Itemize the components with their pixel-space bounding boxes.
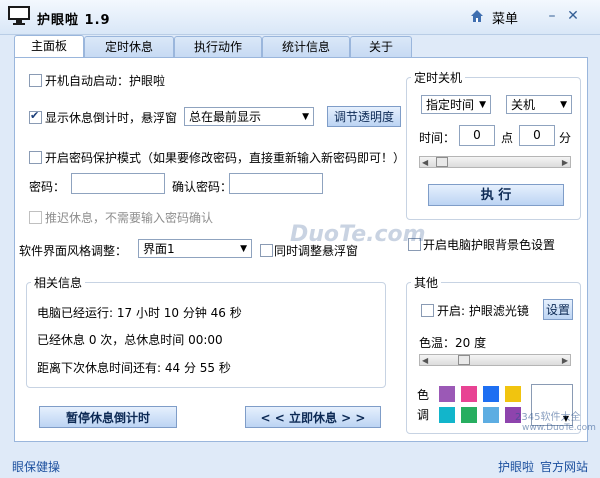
- minimize-button[interactable]: –: [544, 8, 560, 24]
- password-mode-checkbox[interactable]: [29, 151, 42, 164]
- chevron-down-icon: ▼: [302, 112, 309, 122]
- next-rest-text: 距离下次休息时间还有: 44 分 55 秒: [37, 361, 231, 375]
- confirm-password-label: 确认密码：: [172, 180, 233, 194]
- color-temp-label: 色温：20 度: [419, 336, 487, 350]
- shutdown-slider-thumb[interactable]: [436, 157, 448, 167]
- color-swatch[interactable]: [483, 407, 499, 423]
- pause-countdown-button[interactable]: 暂停休息倒计时: [39, 406, 177, 428]
- tab-actions[interactable]: 执行动作: [174, 36, 262, 57]
- show-countdown-checkbox[interactable]: [29, 109, 42, 124]
- show-countdown-label: 显示休息倒计时，悬浮窗: [45, 111, 178, 125]
- shutdown-mode-value: 指定时间: [426, 98, 475, 112]
- color-temp-slider-thumb[interactable]: [458, 355, 470, 365]
- app-name-link[interactable]: 护眼啦: [498, 458, 534, 475]
- style-select[interactable]: 界面1 ▼: [138, 239, 252, 258]
- shutdown-minute-input[interactable]: 0: [519, 125, 555, 146]
- color-swatch[interactable]: [439, 386, 455, 402]
- password-label: 密码：: [29, 180, 66, 194]
- color-label-2: 调: [417, 408, 430, 422]
- shutdown-time-label: 时间：: [419, 131, 456, 145]
- main-panel: 开机自动启动：护眼啦 显示休息倒计时，悬浮窗 总在最前显示 ▼ 调节透明度 开启…: [14, 57, 588, 442]
- home-icon[interactable]: [469, 8, 485, 24]
- shutdown-group: 定时关机 指定时间 ▼ 关机 ▼ 时间： 0 点 0 分 ◀ ▶ 执 行: [406, 69, 581, 220]
- color-temp-slider[interactable]: ◀ ▶: [419, 354, 571, 366]
- style-label: 软件界面风格调整：: [19, 244, 128, 258]
- monitor-icon: [8, 6, 30, 25]
- shutdown-mode-select[interactable]: 指定时间 ▼: [421, 95, 491, 114]
- password-input[interactable]: [71, 173, 165, 194]
- color-label-1: 色: [417, 388, 430, 402]
- window-title: 护眼啦 1.9: [37, 13, 111, 28]
- tab-timed-rest[interactable]: 定时休息: [84, 36, 174, 57]
- autostart-checkbox[interactable]: [29, 74, 42, 87]
- rest-total-text: 已经休息 0 次，总休息时间 00:00: [37, 333, 223, 347]
- sync-float-checkbox[interactable]: [260, 244, 273, 257]
- chevron-right-icon[interactable]: ▶: [562, 356, 568, 365]
- bg-color-label: 开启电脑护眼背景色设置: [423, 238, 556, 252]
- style-value: 界面1: [143, 242, 175, 256]
- shutdown-minute-label: 分: [559, 131, 572, 145]
- shutdown-point-label: 点: [501, 131, 514, 145]
- color-swatch[interactable]: [483, 386, 499, 402]
- other-title: 其他: [411, 274, 442, 291]
- rest-now-button[interactable]: < < 立即休息 > >: [245, 406, 381, 428]
- color-swatch[interactable]: [461, 386, 477, 402]
- filter-label: 开启: 护眼滤光镜: [437, 304, 529, 318]
- chevron-down-icon: ▼: [560, 100, 567, 110]
- info-group: 相关信息 电脑已经运行: 17 小时 10 分钟 46 秒 已经休息 0 次，总…: [26, 274, 386, 388]
- float-mode-select[interactable]: 总在最前显示 ▼: [184, 107, 314, 126]
- uptime-text: 电脑已经运行: 17 小时 10 分钟 46 秒: [37, 306, 242, 320]
- color-swatch[interactable]: [461, 407, 477, 423]
- shutdown-title: 定时关机: [411, 69, 466, 86]
- execute-button[interactable]: 执 行: [428, 184, 564, 206]
- shutdown-slider[interactable]: ◀ ▶: [419, 156, 571, 168]
- tab-about[interactable]: 关于: [350, 36, 412, 57]
- official-site-link[interactable]: 官方网站: [540, 458, 588, 475]
- info-title: 相关信息: [31, 274, 86, 291]
- tab-main[interactable]: 主面板: [14, 35, 84, 58]
- autostart-label: 开机自动启动：护眼啦: [45, 74, 166, 88]
- shutdown-action-value: 关机: [511, 98, 536, 112]
- watermark-text: 2345软件大全: [515, 412, 581, 423]
- chevron-left-icon[interactable]: ◀: [422, 158, 428, 167]
- menu-button[interactable]: 菜单: [492, 8, 518, 27]
- float-mode-value: 总在最前显示: [189, 110, 262, 124]
- color-swatch[interactable]: [505, 386, 521, 402]
- app-window: 护眼啦 1.9 菜单 – ✕ 主面板 定时休息 执行动作 统计信息 关于 开机自…: [0, 0, 600, 478]
- shutdown-action-select[interactable]: 关机 ▼: [506, 95, 572, 114]
- chevron-down-icon: ▼: [479, 100, 486, 110]
- close-button[interactable]: ✕: [565, 8, 581, 24]
- title-bar: 护眼啦 1.9 菜单 – ✕: [0, 0, 600, 35]
- tab-statistics[interactable]: 统计信息: [262, 36, 350, 57]
- eye-exercise-link[interactable]: 眼保健操: [12, 458, 60, 475]
- chevron-down-icon: ▼: [240, 244, 247, 254]
- filter-checkbox[interactable]: [421, 304, 434, 317]
- adjust-opacity-button[interactable]: 调节透明度: [327, 106, 401, 127]
- filter-settings-button[interactable]: 设置: [543, 299, 573, 320]
- delay-rest-checkbox[interactable]: [29, 211, 42, 224]
- delay-rest-label: 推迟休息，不需要输入密码确认: [45, 211, 214, 225]
- chevron-left-icon[interactable]: ◀: [422, 356, 428, 365]
- watermark-text: www.DuoTe.com: [522, 423, 596, 433]
- password-mode-label: 开启密码保护模式（如果要修改密码，直接重新输入新密码即可！）: [45, 151, 406, 165]
- watermark-text: DuoTe.com: [290, 222, 426, 247]
- chevron-right-icon[interactable]: ▶: [562, 158, 568, 167]
- confirm-password-input[interactable]: [229, 173, 323, 194]
- shutdown-hour-input[interactable]: 0: [459, 125, 495, 146]
- color-swatch[interactable]: [439, 407, 455, 423]
